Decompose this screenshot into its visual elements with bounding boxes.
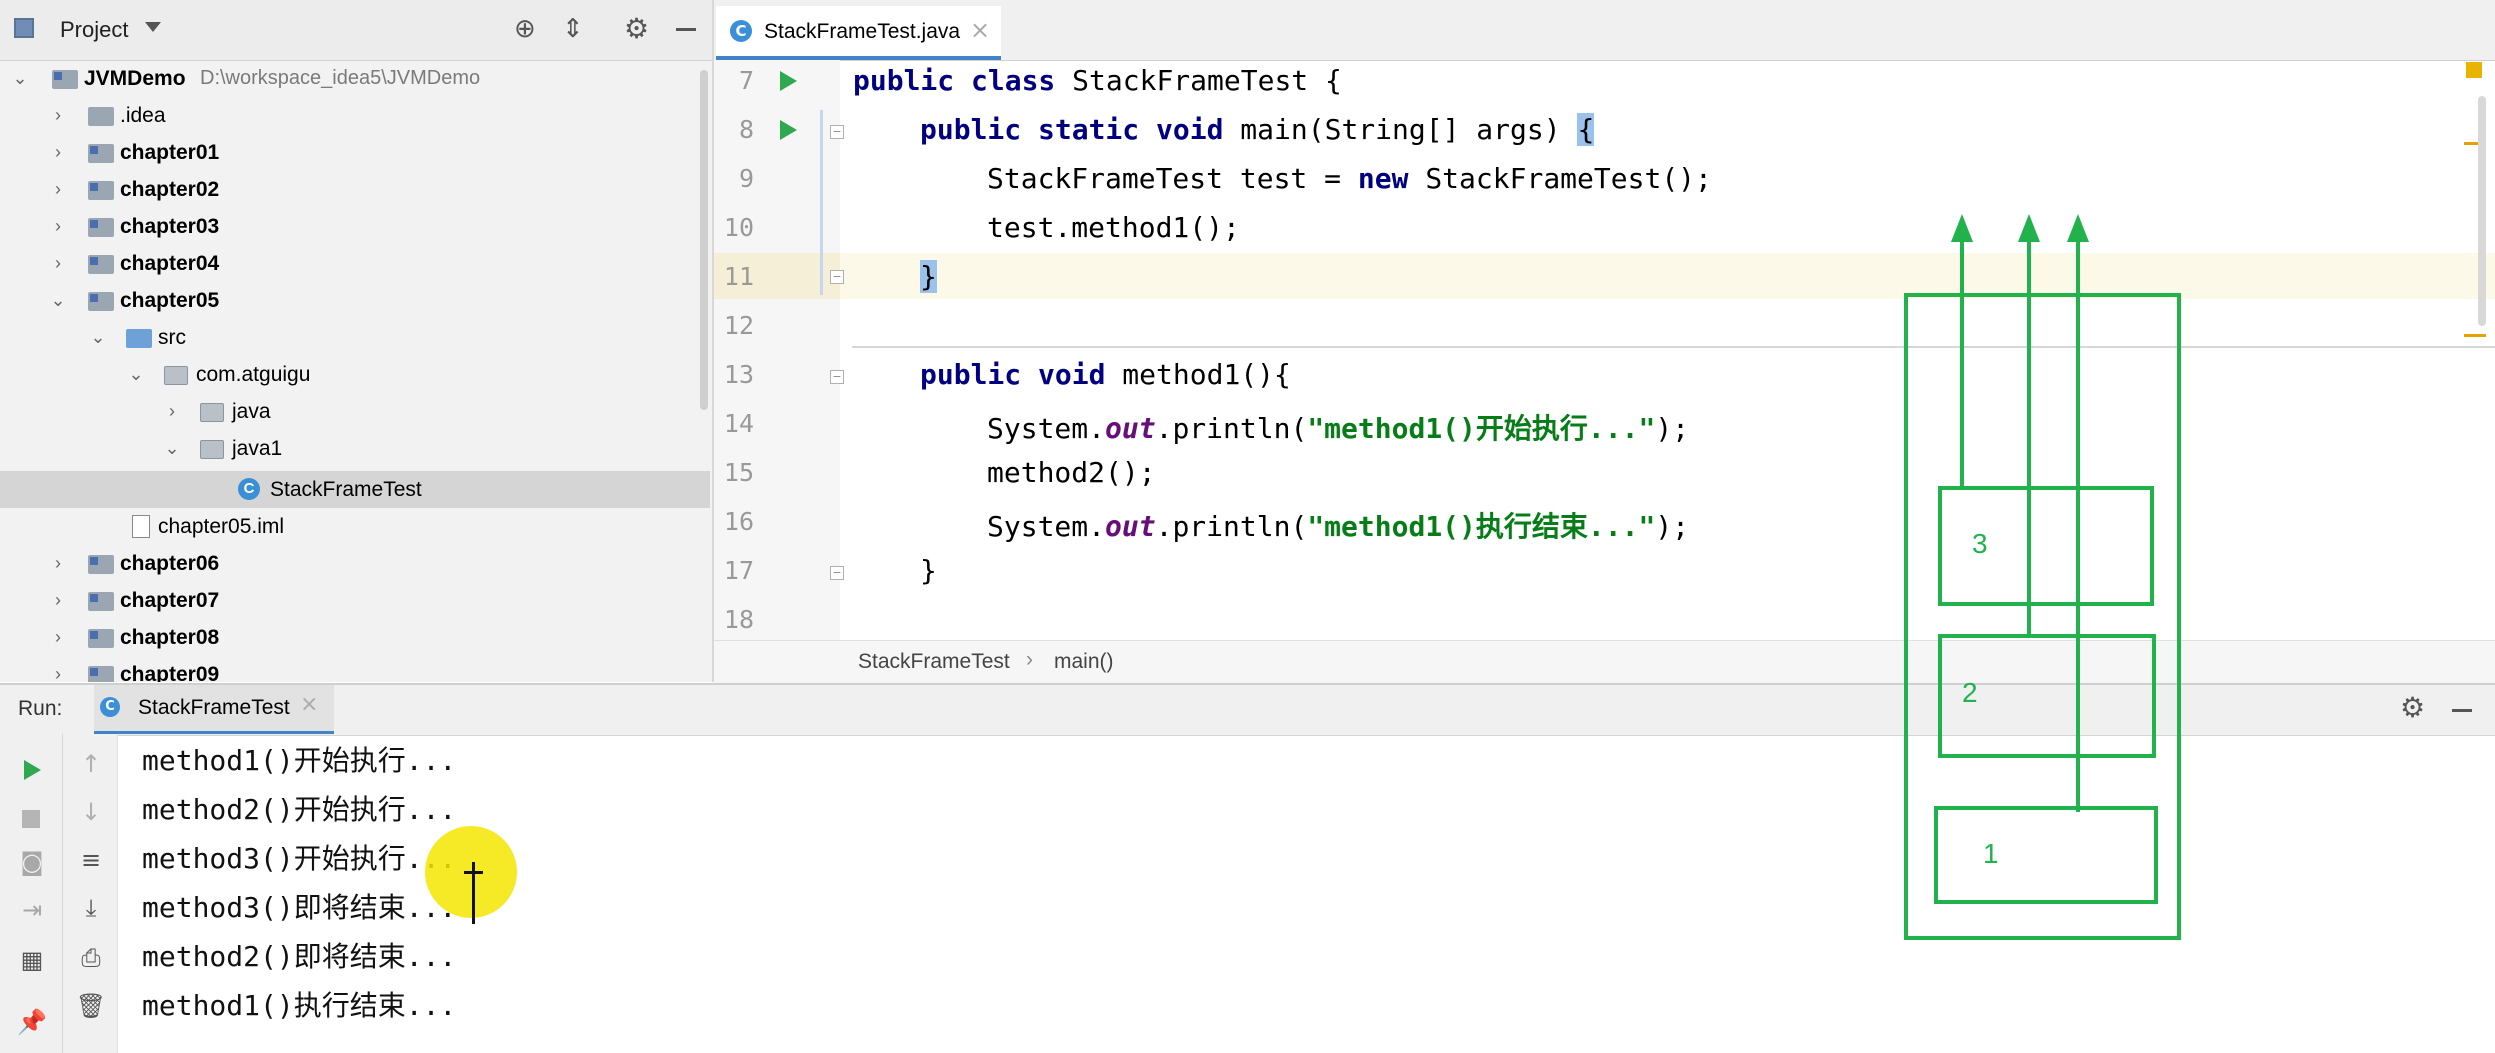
frame-label-3: 3 (1972, 528, 1988, 559)
frame-box-1 (1934, 806, 2158, 904)
arrowhead-icon (1951, 214, 1973, 242)
stack-outline (1904, 293, 2181, 940)
arrowhead-icon (2018, 214, 2040, 242)
frame-label-2: 2 (1962, 677, 1978, 708)
stack-frame-annotation: 3 2 1 (1904, 214, 2181, 940)
frame-label-1: 1 (1983, 838, 1999, 869)
arrowhead-icon (2067, 214, 2089, 242)
